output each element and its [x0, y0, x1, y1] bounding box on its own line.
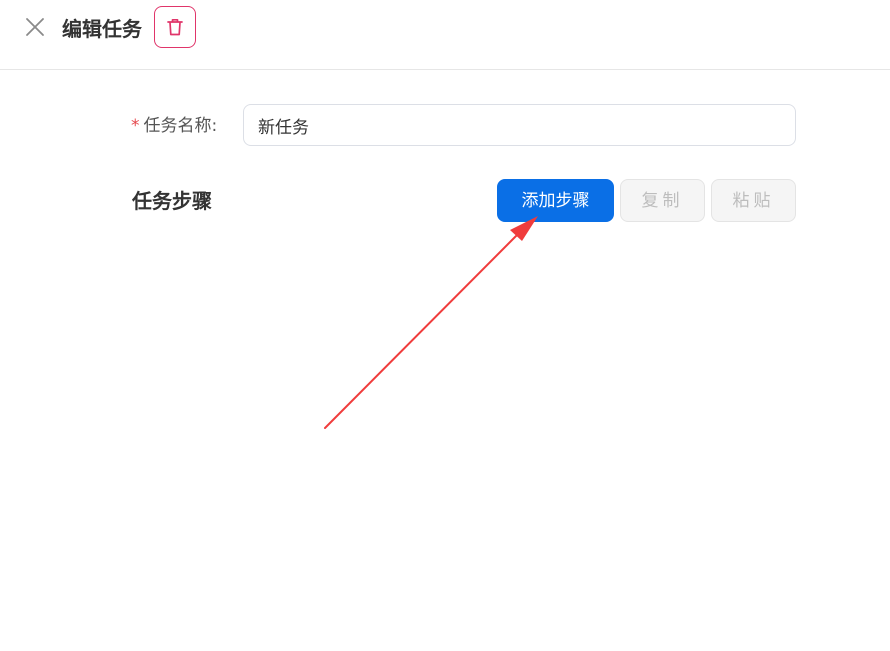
steps-section-title: 任务步骤 [132, 189, 212, 213]
header-bar: 编辑任务 [0, 0, 890, 70]
task-editor-page: 编辑任务 *任务名称: 任务步骤 添加步骤 复制 粘贴 [0, 0, 890, 651]
required-mark: * [131, 116, 140, 136]
page-title: 编辑任务 [62, 17, 142, 41]
annotation-arrow [324, 216, 538, 429]
close-button[interactable] [24, 16, 46, 38]
delete-button[interactable] [154, 6, 196, 48]
paste-button[interactable]: 粘贴 [711, 179, 796, 222]
task-name-input[interactable] [243, 104, 796, 146]
trash-icon [167, 18, 183, 36]
copy-button[interactable]: 复制 [620, 179, 705, 222]
add-step-button[interactable]: 添加步骤 [497, 179, 614, 222]
task-name-label: * 任务名称: [131, 114, 217, 138]
task-name-label-text: 任务名称: [143, 116, 218, 136]
close-icon [26, 18, 44, 36]
